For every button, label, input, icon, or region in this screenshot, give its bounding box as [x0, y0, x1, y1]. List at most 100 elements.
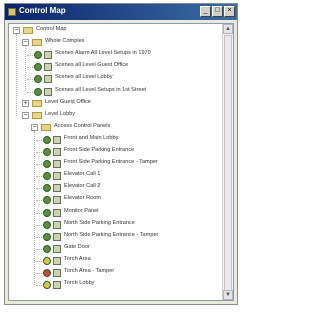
- scene-icon: [34, 75, 42, 84]
- scroll-up-arrow-icon[interactable]: ▲: [223, 24, 233, 34]
- tree-row[interactable]: Front Side Parking Entrance: [9, 146, 221, 158]
- minimize-button[interactable]: _: [200, 6, 211, 17]
- scene-icon-red: [43, 269, 51, 277]
- window-title: Control Map: [19, 6, 66, 15]
- tree-item-label: Front Side Parking Entrance: [64, 147, 135, 153]
- scene-icon: [43, 196, 51, 205]
- tree-item-label: Access Control Panels: [54, 122, 111, 129]
- tree-row[interactable]: Front and Main Lobby: [9, 134, 221, 146]
- scene-icon: [43, 172, 51, 181]
- scene-icon: [43, 208, 51, 217]
- tree-connector: [36, 188, 42, 190]
- tree-item-label: Monitor Panel: [64, 207, 99, 214]
- scene-icon: [43, 244, 51, 253]
- tree-guide-line: [16, 34, 17, 116]
- tree-connector: [36, 224, 42, 226]
- tree-item-label: North Side Parking Entrance - Tamper: [64, 231, 159, 238]
- tree-row[interactable]: Torch Lobby: [9, 279, 221, 291]
- scene-icon: [43, 184, 51, 193]
- device-icon: [53, 220, 61, 229]
- tree-row[interactable]: Torch Area: [9, 255, 221, 267]
- tree-item-label: Elevator Call 1: [64, 171, 101, 178]
- scene-icon-yellow: [43, 256, 51, 265]
- scene-icon: [43, 148, 51, 156]
- device-icon: [53, 256, 61, 265]
- tree-item-label: Scenes all Level Lobby: [55, 74, 113, 81]
- tree-connector: [36, 164, 42, 166]
- tree-item-label: Scenes Alarm All Level Setups in 1970: [55, 50, 151, 57]
- device-icon: [44, 51, 52, 60]
- tree-connector: [36, 285, 42, 287]
- tree-row[interactable]: − Access Control Panels: [9, 122, 221, 134]
- tree-item-label: Front and Main Lobby: [64, 134, 119, 141]
- device-icon: [53, 196, 61, 205]
- device-icon: [53, 184, 61, 193]
- tree-connector: [27, 91, 33, 93]
- tree-connector: [36, 139, 42, 141]
- scene-icon: [43, 220, 51, 229]
- tree-guide-line: [25, 46, 26, 92]
- vertical-scrollbar[interactable]: ▲ ▼: [222, 24, 233, 300]
- device-icon: [44, 63, 52, 72]
- device-icon: [44, 87, 52, 96]
- tree-item-label: Scenes all Level Setups in 1st Street: [55, 86, 147, 93]
- folder-icon: [23, 27, 33, 34]
- device-icon: [53, 244, 61, 253]
- scroll-down-arrow-icon[interactable]: ▼: [223, 290, 233, 300]
- close-button[interactable]: ×: [224, 6, 235, 17]
- device-icon: [53, 172, 61, 181]
- app-icon: [8, 8, 16, 16]
- tree-row[interactable]: Monitor Panel: [9, 207, 221, 219]
- scene-icon: [34, 87, 42, 96]
- tree-connector: [36, 152, 42, 153]
- tree-connector: [36, 200, 42, 202]
- tree-item-label: Elevator Call 2: [64, 183, 101, 190]
- device-icon: [44, 75, 52, 84]
- tree-row[interactable]: Gate Door: [9, 243, 221, 255]
- tree-item-label: Whole Complex: [45, 38, 85, 45]
- tree-row[interactable]: Scenes all Level Guest Office: [9, 61, 221, 73]
- tree-row[interactable]: Elevator Call 2: [9, 182, 221, 194]
- tree-connector: [27, 67, 33, 69]
- tree-row[interactable]: Scenes all Level Lobby: [9, 73, 221, 85]
- tree-item-label: Torch Lobby: [64, 280, 95, 287]
- tree-row[interactable]: North Side Parking Entrance - Tamper: [9, 231, 221, 243]
- folder-icon: [32, 39, 42, 47]
- scene-icon: [43, 232, 51, 241]
- device-icon: [53, 281, 61, 290]
- tree-item-label: Elevator Room: [64, 195, 101, 202]
- tree-row[interactable]: − Level Lobby: [9, 110, 221, 122]
- tree-guide-line: [34, 130, 35, 286]
- tree-row[interactable]: North Side Parking Entrance: [9, 219, 221, 231]
- collapse-icon[interactable]: −: [13, 27, 20, 34]
- scene-icon: [34, 51, 42, 60]
- tree-row[interactable]: Front Side Parking Entrance - Tamper: [9, 158, 221, 170]
- tree-connector: [27, 55, 33, 57]
- maximize-button[interactable]: □: [212, 6, 223, 17]
- tree-row[interactable]: + Level Guest Office: [9, 98, 221, 110]
- collapse-icon[interactable]: −: [22, 39, 29, 47]
- tree-item-label: Torch Area - Tamper: [64, 268, 115, 274]
- collapse-icon[interactable]: −: [22, 111, 29, 119]
- tree-row[interactable]: Torch Area - Tamper: [9, 267, 221, 279]
- tree-connector: [36, 273, 42, 274]
- tree-item-label: Level Guest Office: [45, 98, 91, 105]
- scroll-thumb[interactable]: [224, 35, 232, 300]
- device-icon: [53, 232, 61, 241]
- tree-row[interactable]: Elevator Call 1: [9, 170, 221, 182]
- tree-connector: [36, 236, 42, 238]
- tree-item-label: Level Lobby: [45, 110, 76, 117]
- tree-row[interactable]: Scenes all Level Setups in 1st Street: [9, 86, 221, 98]
- tree-item-label: Gate Door: [64, 243, 90, 250]
- folder-icon: [41, 123, 51, 131]
- collapse-icon[interactable]: −: [31, 123, 38, 131]
- tree-panel: − Control Map − Whole Complex Scenes Alarm A…: [8, 23, 234, 301]
- tree-row[interactable]: Scenes Alarm All Level Setups in 1970: [9, 49, 221, 61]
- title-bar[interactable]: Control Map _ □ ×: [5, 4, 237, 20]
- expand-icon[interactable]: +: [22, 99, 29, 107]
- tree-row[interactable]: Elevator Room: [9, 194, 221, 206]
- tree-row[interactable]: − Whole Complex: [9, 37, 221, 49]
- scene-icon: [43, 160, 51, 169]
- tree-row[interactable]: − Control Map: [9, 25, 221, 37]
- tree-connector: [36, 212, 42, 214]
